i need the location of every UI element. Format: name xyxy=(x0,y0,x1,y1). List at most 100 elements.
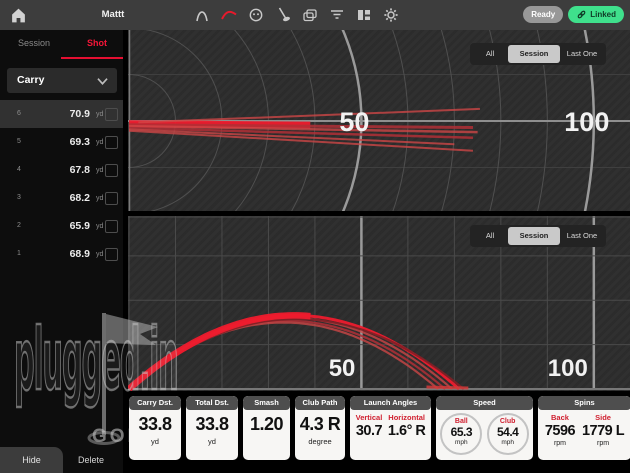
shot-value: 68.2 xyxy=(38,192,90,204)
stat-value: 30.7 xyxy=(356,423,383,439)
shot-unit: yd xyxy=(96,167,103,174)
stat-tile-header: Carry Dst. xyxy=(129,396,181,410)
layout-icon[interactable] xyxy=(356,7,372,23)
stat-name: Club xyxy=(489,418,527,425)
stat-col-vertical: Vertical30.7 xyxy=(356,413,383,439)
shot-checkbox[interactable] xyxy=(105,220,118,233)
stat-unit: mph xyxy=(489,439,527,446)
view-toggle-option-all[interactable]: All xyxy=(472,45,508,63)
ring-label-50: 50 xyxy=(339,107,369,137)
delete-button[interactable]: Delete xyxy=(72,450,128,470)
shot-checkbox[interactable] xyxy=(105,192,118,205)
shot-checkbox[interactable] xyxy=(105,248,118,261)
stat-value: 7596 xyxy=(545,423,575,439)
speed-circle-ball: Ball65.3mph xyxy=(440,413,482,455)
tab-shot[interactable]: Shot xyxy=(87,38,107,48)
distance-label-100: 100 xyxy=(548,355,588,382)
stat-col-side: Side1779 Lrpm xyxy=(582,413,624,447)
vertical-launch-icon[interactable] xyxy=(194,7,210,23)
ready-status-badge: Ready xyxy=(523,6,563,23)
shot-value: 67.8 xyxy=(38,164,90,176)
stat-tile-header: Launch Angles xyxy=(350,396,431,410)
stat-unit: rpm xyxy=(582,440,624,447)
view-toggle-option-last-one[interactable]: Last One xyxy=(560,227,604,245)
stat-value: 65.3 xyxy=(442,425,480,439)
shot-row[interactable]: 168.9yd xyxy=(0,240,123,268)
shot-unit: yd xyxy=(96,195,103,202)
shot-row[interactable]: 467.8yd xyxy=(0,156,123,184)
metric-dropdown[interactable]: Carry xyxy=(7,68,117,93)
stat-columns: Vertical30.7Horizontal1.6° R xyxy=(350,413,431,439)
shot-number: 6 xyxy=(17,110,21,117)
trajectory-icon[interactable] xyxy=(221,7,237,23)
stat-tile-spins: SpinsBack7596rpmSide1779 Lrpm xyxy=(538,396,630,460)
stat-name: Side xyxy=(582,413,624,422)
stat-name: Vertical xyxy=(356,413,383,422)
metric-dropdown-value: Carry xyxy=(17,68,44,93)
view-toggle-option-all[interactable]: All xyxy=(472,227,508,245)
stat-tiles-row: Carry Dst.33.8ydTotal Dst.33.8ydSmash1.2… xyxy=(129,396,630,462)
stat-tile-header: Smash xyxy=(243,396,290,410)
stat-tile-header: Spins xyxy=(538,396,630,410)
shot-number: 5 xyxy=(17,138,21,145)
shot-checkbox[interactable] xyxy=(105,164,118,177)
speed-circles: Ball65.3mphClub54.4mph xyxy=(436,413,533,455)
linked-status-button[interactable]: Linked xyxy=(568,6,624,23)
stat-value: 1.6° R xyxy=(388,423,425,439)
shot-unit: yd xyxy=(96,139,103,146)
cards-icon[interactable] xyxy=(302,7,318,23)
stat-col-horizontal: Horizontal1.6° R xyxy=(388,413,425,439)
shot-value: 70.9 xyxy=(38,108,90,120)
view-toggle-side: AllSessionLast One xyxy=(470,225,606,247)
stat-unit: rpm xyxy=(545,440,575,447)
active-tab-underline xyxy=(61,57,123,59)
stat-name: Horizontal xyxy=(388,413,425,422)
stat-tile-header: Speed xyxy=(436,396,533,410)
stat-tile-club-path: Club Path4.3 Rdegree xyxy=(295,396,345,460)
shot-number: 1 xyxy=(17,250,21,257)
shot-checkbox[interactable] xyxy=(105,136,118,149)
top-down-dispersion-chart: 50 100 AllSessionLast One xyxy=(128,30,630,211)
shot-checkbox[interactable] xyxy=(105,108,118,121)
stat-value: 1.20 xyxy=(243,414,290,435)
filter-icon[interactable] xyxy=(329,7,345,23)
stat-value: 33.8 xyxy=(129,414,181,435)
stat-unit: yd xyxy=(129,437,181,446)
settings-icon[interactable] xyxy=(383,7,399,23)
stat-unit: yd xyxy=(186,437,238,446)
chevron-down-icon xyxy=(96,76,109,86)
stat-name: Back xyxy=(545,413,575,422)
stat-columns: Back7596rpmSide1779 Lrpm xyxy=(538,413,630,447)
page-title: Mattt xyxy=(88,0,138,30)
stat-unit: mph xyxy=(442,439,480,446)
shot-unit: yd xyxy=(96,223,103,230)
hide-button[interactable]: Hide xyxy=(0,447,63,473)
home-icon[interactable] xyxy=(10,7,27,24)
view-toggle-option-last-one[interactable]: Last One xyxy=(560,45,604,63)
stat-tile-carry-dst: Carry Dst. 33.8 yd xyxy=(129,396,181,460)
view-toggle-option-session[interactable]: Session xyxy=(508,227,560,245)
stat-value: 4.3 R xyxy=(295,414,345,435)
stat-unit: degree xyxy=(295,437,345,446)
shot-row[interactable]: 2 65.9 yd xyxy=(0,212,123,240)
stat-tile-total-dst: Total Dst.33.8yd xyxy=(186,396,238,460)
shot-row[interactable]: 5 69.3 yd xyxy=(0,128,123,156)
shot-number: 2 xyxy=(17,222,21,229)
stat-tile-header: Total Dst. xyxy=(186,396,238,410)
toolbar-icon-row xyxy=(194,0,399,30)
tab-session[interactable]: Session xyxy=(18,38,50,48)
shot-row[interactable]: 3 68.2 yd xyxy=(0,184,123,212)
shot-row[interactable]: 6 70.9 yd xyxy=(0,100,123,128)
stat-name: Ball xyxy=(442,418,480,425)
shot-value: 65.9 xyxy=(38,220,90,232)
shot-value: 69.3 xyxy=(38,136,90,148)
shot-number: 3 xyxy=(17,194,21,201)
view-toggle-option-session[interactable]: Session xyxy=(508,45,560,63)
stat-tile-smash: Smash 1.20 xyxy=(243,396,290,460)
ring-label-100: 100 xyxy=(564,107,609,137)
ball-icon[interactable] xyxy=(248,7,264,23)
sidebar: Session Shot Carry 670.9yd569.3yd467.8yd… xyxy=(0,30,123,473)
club-icon[interactable] xyxy=(275,7,291,23)
shot-unit: yd xyxy=(96,111,103,118)
shot-unit: yd xyxy=(96,251,103,258)
